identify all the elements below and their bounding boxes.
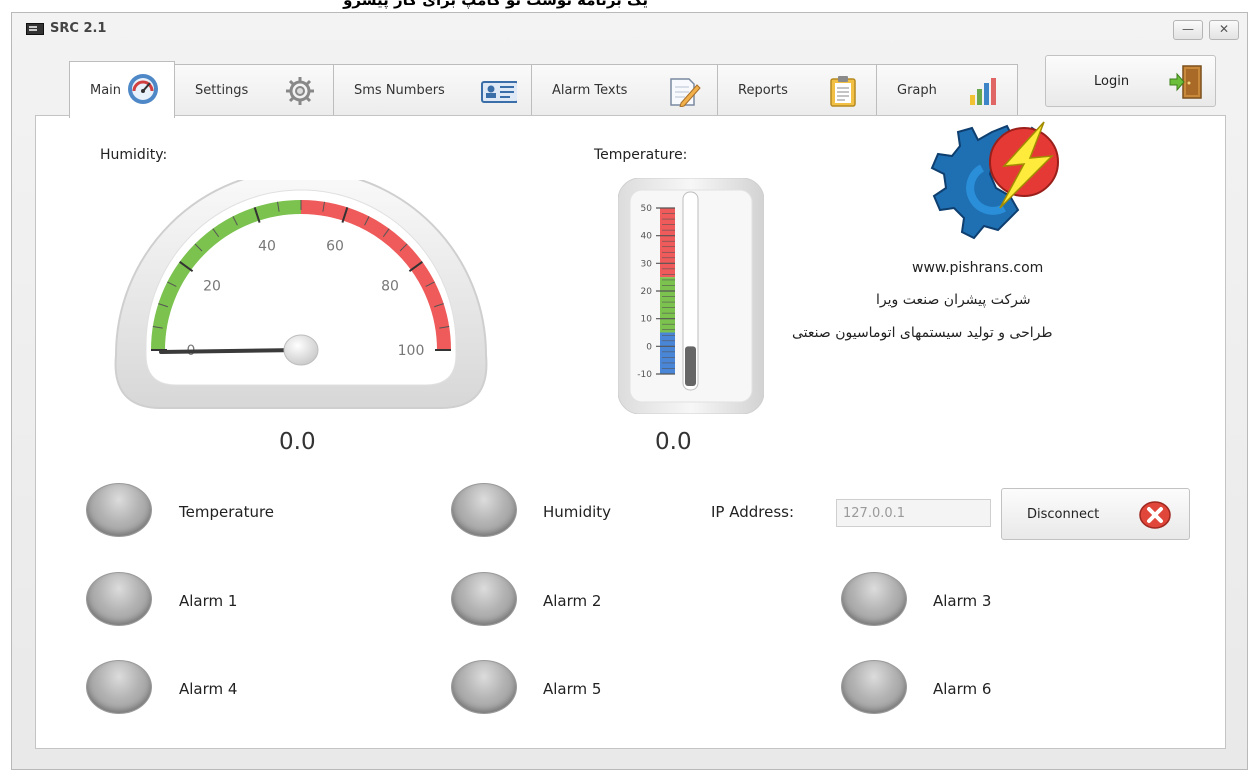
humidity-needle xyxy=(159,348,303,354)
title-bar: SRC 2.1 — ✕ xyxy=(12,13,1247,43)
humidity-gauge-tick-label: 80 xyxy=(381,278,399,294)
tab-main-label: Main xyxy=(90,82,122,98)
alarm-5-led xyxy=(451,660,517,714)
alarm-4-led xyxy=(86,660,152,714)
tab-alarm-texts[interactable]: Alarm Texts xyxy=(531,64,718,116)
thermometer-tick-label: 20 xyxy=(641,287,653,297)
company-logo xyxy=(930,121,1059,240)
temperature-label: Temperature: xyxy=(594,147,688,163)
overflow-text: یک برنامه نوشت تو کامپ برای کار پیشرو xyxy=(343,0,648,9)
alarm-1-label: Alarm 1 xyxy=(179,592,238,610)
app-icon xyxy=(26,23,44,35)
alarm-1-led xyxy=(86,572,152,626)
login-button[interactable]: Login xyxy=(1045,55,1216,107)
alarm-4-label: Alarm 4 xyxy=(179,680,238,698)
tab-graph-label: Graph xyxy=(897,83,937,98)
thermometer-band-hot xyxy=(660,208,675,278)
company-tagline: طراحی و تولید سیستمهای اتوماسیون صنعتی xyxy=(792,325,1053,341)
tab-sms-numbers-label: Sms Numbers xyxy=(354,83,445,98)
door-enter-icon xyxy=(1169,65,1202,99)
ip-address-input[interactable] xyxy=(836,499,991,527)
humidity-gauge-tick-label: 100 xyxy=(398,343,425,359)
clipboard-icon xyxy=(830,76,856,107)
notepad-pencil-icon xyxy=(670,78,701,107)
close-circle-icon xyxy=(1139,501,1171,529)
company-name: شرکت پیشران صنعت ویرا xyxy=(876,292,1031,308)
temperature-led xyxy=(86,483,152,537)
thermometer-tick-label: -10 xyxy=(637,370,652,380)
temperature-led-label: Temperature xyxy=(179,503,275,521)
temperature-thermometer: 50 40 30 20 10 0 -10 xyxy=(618,178,764,414)
tab-graph[interactable]: Graph xyxy=(876,64,1018,116)
tab-main[interactable]: Main xyxy=(69,61,175,118)
thermometer-band-cold xyxy=(660,332,675,374)
thermometer-level xyxy=(685,346,696,386)
login-label: Login xyxy=(1094,74,1130,89)
tab-reports-label: Reports xyxy=(738,83,788,98)
humidity-gauge-tick-label: 20 xyxy=(203,278,221,294)
alarm-5-label: Alarm 5 xyxy=(543,680,602,698)
bar-graph-icon xyxy=(970,78,996,105)
thermometer-tick-label: 0 xyxy=(646,342,652,352)
humidity-label: Humidity: xyxy=(100,147,168,163)
thermometer-tick-label: 10 xyxy=(641,315,653,325)
alarm-6-label: Alarm 6 xyxy=(933,680,992,698)
tab-settings-label: Settings xyxy=(195,83,249,98)
humidity-needle-hub xyxy=(283,334,319,366)
company-website: www.pishrans.com xyxy=(912,260,1044,276)
alarm-2-label: Alarm 2 xyxy=(543,592,602,610)
thermometer-tick-label: 40 xyxy=(641,232,653,242)
humidity-gauge: 020406080100 xyxy=(114,180,488,409)
tab-reports[interactable]: Reports xyxy=(717,64,877,116)
window-title: SRC 2.1 xyxy=(50,21,107,36)
alarm-3-label: Alarm 3 xyxy=(933,592,992,610)
disconnect-label: Disconnect xyxy=(1027,507,1100,522)
thermometer-tick-label: 30 xyxy=(641,259,653,269)
humidity-led-label: Humidity xyxy=(543,503,612,521)
thermometer-tick-label: 50 xyxy=(641,204,653,214)
app-window: SRC 2.1 — ✕ Main Settings Sms Numbers Al… xyxy=(11,12,1248,770)
alarm-2-led xyxy=(451,572,517,626)
humidity-value: 0.0 xyxy=(279,429,316,455)
humidity-gauge-tick-label: 40 xyxy=(258,238,276,254)
main-panel: Humidity: 0 20 40 60 80 100 0.0 Temperature: xyxy=(35,115,1226,749)
close-button[interactable]: ✕ xyxy=(1209,20,1239,40)
disconnect-button[interactable]: Disconnect xyxy=(1001,488,1190,540)
humidity-gauge-tick-label: 60 xyxy=(326,238,344,254)
gear-icon xyxy=(286,77,314,105)
tab-sms-numbers[interactable]: Sms Numbers xyxy=(333,64,532,116)
alarm-6-led xyxy=(841,660,907,714)
overflow-header-text: یک برنامه نوشت تو کامپ برای کار پیشرو xyxy=(0,0,1248,12)
ip-address-label: IP Address: xyxy=(711,503,795,521)
contact-card-icon xyxy=(481,81,517,103)
tab-settings[interactable]: Settings xyxy=(174,64,334,116)
tab-alarm-texts-label: Alarm Texts xyxy=(552,83,628,98)
alarm-3-led xyxy=(841,572,907,626)
speedometer-icon xyxy=(128,74,158,104)
humidity-led xyxy=(451,483,517,537)
temperature-value: 0.0 xyxy=(655,429,692,455)
minimize-button[interactable]: — xyxy=(1173,20,1203,40)
